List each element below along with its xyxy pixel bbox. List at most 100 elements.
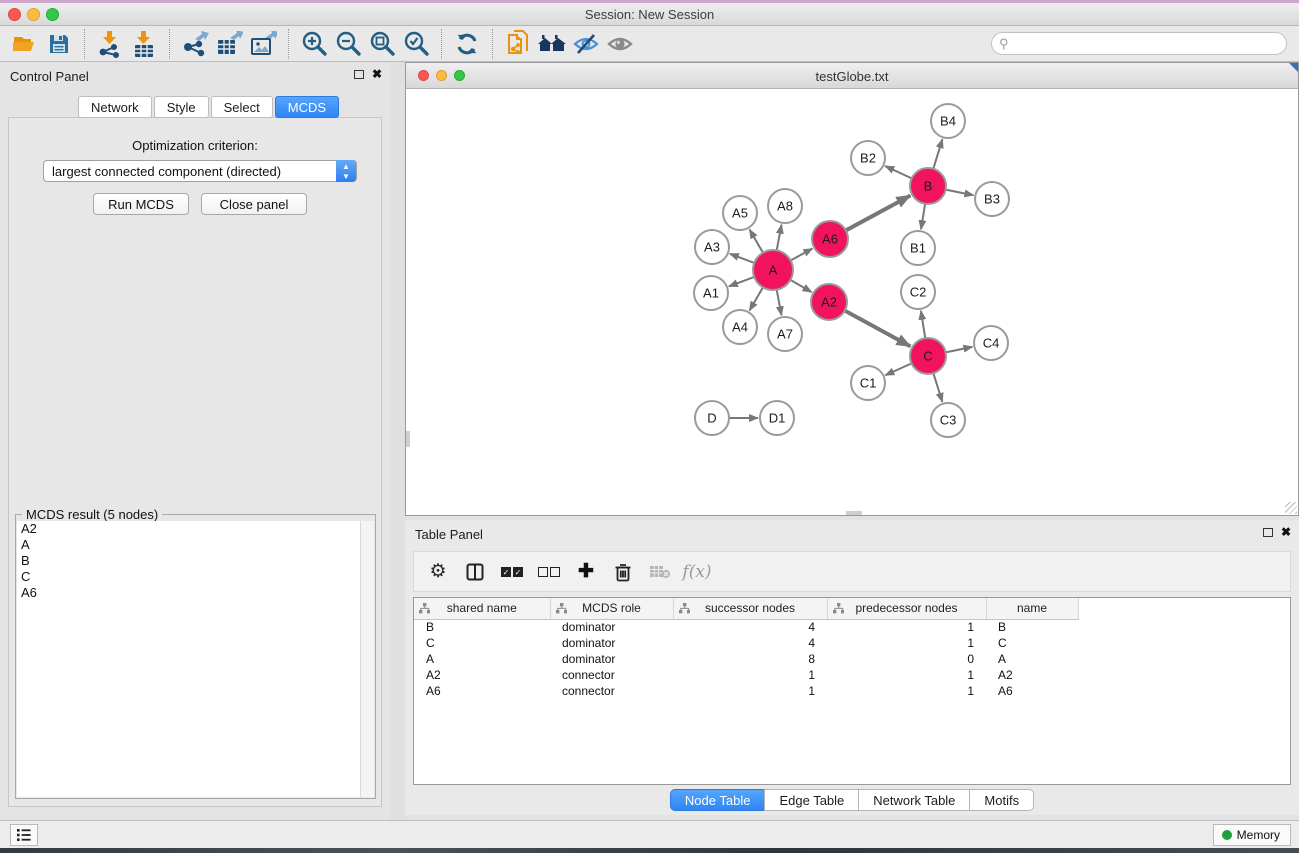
graph-edge-A-A3[interactable] — [730, 254, 755, 263]
graph-edge-A-A7[interactable] — [777, 290, 782, 316]
table-cell[interactable]: 4 — [673, 619, 827, 635]
tab-select[interactable]: Select — [211, 96, 273, 118]
table-cell[interactable]: connector — [550, 683, 673, 699]
table-cell[interactable]: A — [986, 651, 1078, 667]
graph-edge-B-B1[interactable] — [921, 204, 925, 229]
tab-edge-table[interactable]: Edge Table — [764, 789, 859, 811]
graph-edge-A-A8[interactable] — [777, 225, 782, 251]
tab-network-table[interactable]: Network Table — [858, 789, 970, 811]
table-cell[interactable]: B — [414, 619, 550, 635]
graph-edge-C-C4[interactable] — [946, 347, 973, 353]
table-cell[interactable]: dominator — [550, 619, 673, 635]
result-list-item[interactable]: C — [17, 569, 360, 585]
graph-node-C2[interactable]: C2 — [901, 275, 935, 309]
node-table-container[interactable]: shared nameMCDS rolesuccessor nodesprede… — [413, 597, 1291, 785]
zoom-fit-button[interactable] — [365, 28, 399, 60]
tab-node-table[interactable]: Node Table — [670, 789, 766, 811]
create-column-button[interactable]: ✚ — [572, 558, 600, 586]
graph-node-B1[interactable]: B1 — [901, 231, 935, 265]
refresh-button[interactable] — [450, 28, 484, 60]
zoom-in-button[interactable] — [297, 28, 331, 60]
table-cell[interactable]: A2 — [414, 667, 550, 683]
table-cell[interactable]: 1 — [673, 667, 827, 683]
table-cell[interactable]: 8 — [673, 651, 827, 667]
close-panel-icon[interactable]: ✖ — [1281, 527, 1291, 537]
zoom-selected-button[interactable] — [399, 28, 433, 60]
table-row[interactable]: Bdominator41B — [414, 619, 1290, 635]
vertical-scroll-tick[interactable] — [406, 431, 410, 447]
export-network-button[interactable] — [178, 28, 212, 60]
graph-edge-A-A6[interactable] — [791, 249, 813, 261]
column-header-shared-name[interactable]: shared name — [414, 598, 550, 619]
tab-mcds[interactable]: MCDS — [275, 96, 339, 118]
search-input[interactable] — [991, 32, 1287, 55]
graph-node-A4[interactable]: A4 — [723, 310, 757, 344]
tab-network[interactable]: Network — [78, 96, 152, 118]
graph-edge-A2-C[interactable] — [845, 311, 911, 347]
result-scrollbar[interactable] — [360, 521, 374, 797]
close-panel-button[interactable]: Close panel — [201, 193, 307, 215]
tab-motifs[interactable]: Motifs — [969, 789, 1034, 811]
new-network-button[interactable] — [501, 28, 535, 60]
table-cell[interactable]: 1 — [827, 667, 986, 683]
table-cell[interactable]: 0 — [827, 651, 986, 667]
graph-edge-B-B2[interactable] — [885, 166, 911, 178]
table-cell[interactable]: C — [414, 635, 550, 651]
memory-button[interactable]: Memory — [1213, 824, 1291, 846]
graph-node-A5[interactable]: A5 — [723, 196, 757, 230]
table-cell[interactable]: connector — [550, 667, 673, 683]
table-cell[interactable]: B — [986, 619, 1078, 635]
column-header-MCDS-role[interactable]: MCDS role — [550, 598, 673, 619]
table-row[interactable]: A6connector11A6 — [414, 683, 1290, 699]
tab-style[interactable]: Style — [154, 96, 209, 118]
panel-splitter[interactable] — [390, 62, 405, 820]
graph-node-C4[interactable]: C4 — [974, 326, 1008, 360]
graph-node-C[interactable]: C — [910, 338, 946, 374]
graph-edge-C-C1[interactable] — [885, 363, 911, 375]
network-window-titlebar[interactable]: testGlobe.txt — [406, 63, 1298, 89]
unselect-all-columns-button[interactable] — [535, 558, 563, 586]
table-cell[interactable]: 1 — [827, 619, 986, 635]
import-table-button[interactable] — [127, 28, 161, 60]
table-cell[interactable]: A — [414, 651, 550, 667]
mcds-result-list[interactable]: A2ABCA6 — [17, 521, 360, 797]
graph-node-A2[interactable]: A2 — [811, 284, 847, 320]
table-cell[interactable]: 4 — [673, 635, 827, 651]
table-cell[interactable]: 1 — [827, 683, 986, 699]
column-header-successor-nodes[interactable]: successor nodes — [673, 598, 827, 619]
graph-node-A[interactable]: A — [753, 250, 793, 290]
network-canvas[interactable]: B4B2BB3A8A5A6A3B1AA1C2A2A4A7C4CC1DD1C3 — [406, 89, 1298, 515]
open-session-button[interactable] — [8, 28, 42, 60]
result-list-item[interactable]: A2 — [17, 521, 360, 537]
export-table-button[interactable] — [212, 28, 246, 60]
graph-node-A1[interactable]: A1 — [694, 276, 728, 310]
graph-edge-C-C3[interactable] — [933, 373, 942, 402]
result-list-item[interactable]: B — [17, 553, 360, 569]
graph-node-A7[interactable]: A7 — [768, 317, 802, 351]
table-cell[interactable]: dominator — [550, 651, 673, 667]
table-cell[interactable]: dominator — [550, 635, 673, 651]
graph-edge-A-A1[interactable] — [729, 277, 754, 286]
graph-node-D1[interactable]: D1 — [760, 401, 794, 435]
table-row[interactable]: Cdominator41C — [414, 635, 1290, 651]
table-row[interactable]: A2connector11A2 — [414, 667, 1290, 683]
export-image-button[interactable] — [246, 28, 280, 60]
column-header-name[interactable]: name — [986, 598, 1078, 619]
hide-annotations-button[interactable] — [569, 28, 603, 60]
run-mcds-button[interactable]: Run MCDS — [93, 193, 189, 215]
graph-edge-A-A5[interactable] — [750, 229, 763, 252]
result-list-item[interactable]: A — [17, 537, 360, 553]
home-button[interactable] — [535, 28, 569, 60]
graph-node-C3[interactable]: C3 — [931, 403, 965, 437]
resize-grip[interactable] — [1285, 502, 1297, 514]
graph-edge-A-A2[interactable] — [790, 280, 811, 292]
import-network-button[interactable] — [93, 28, 127, 60]
graph-node-B2[interactable]: B2 — [851, 141, 885, 175]
graph-edge-B-B3[interactable] — [946, 190, 974, 196]
delete-column-button[interactable] — [609, 558, 637, 586]
table-cell[interactable]: A2 — [986, 667, 1078, 683]
column-browser-button[interactable] — [461, 558, 489, 586]
zoom-out-button[interactable] — [331, 28, 365, 60]
table-cell[interactable]: A6 — [986, 683, 1078, 699]
graph-edge-A6-B[interactable] — [846, 196, 911, 231]
